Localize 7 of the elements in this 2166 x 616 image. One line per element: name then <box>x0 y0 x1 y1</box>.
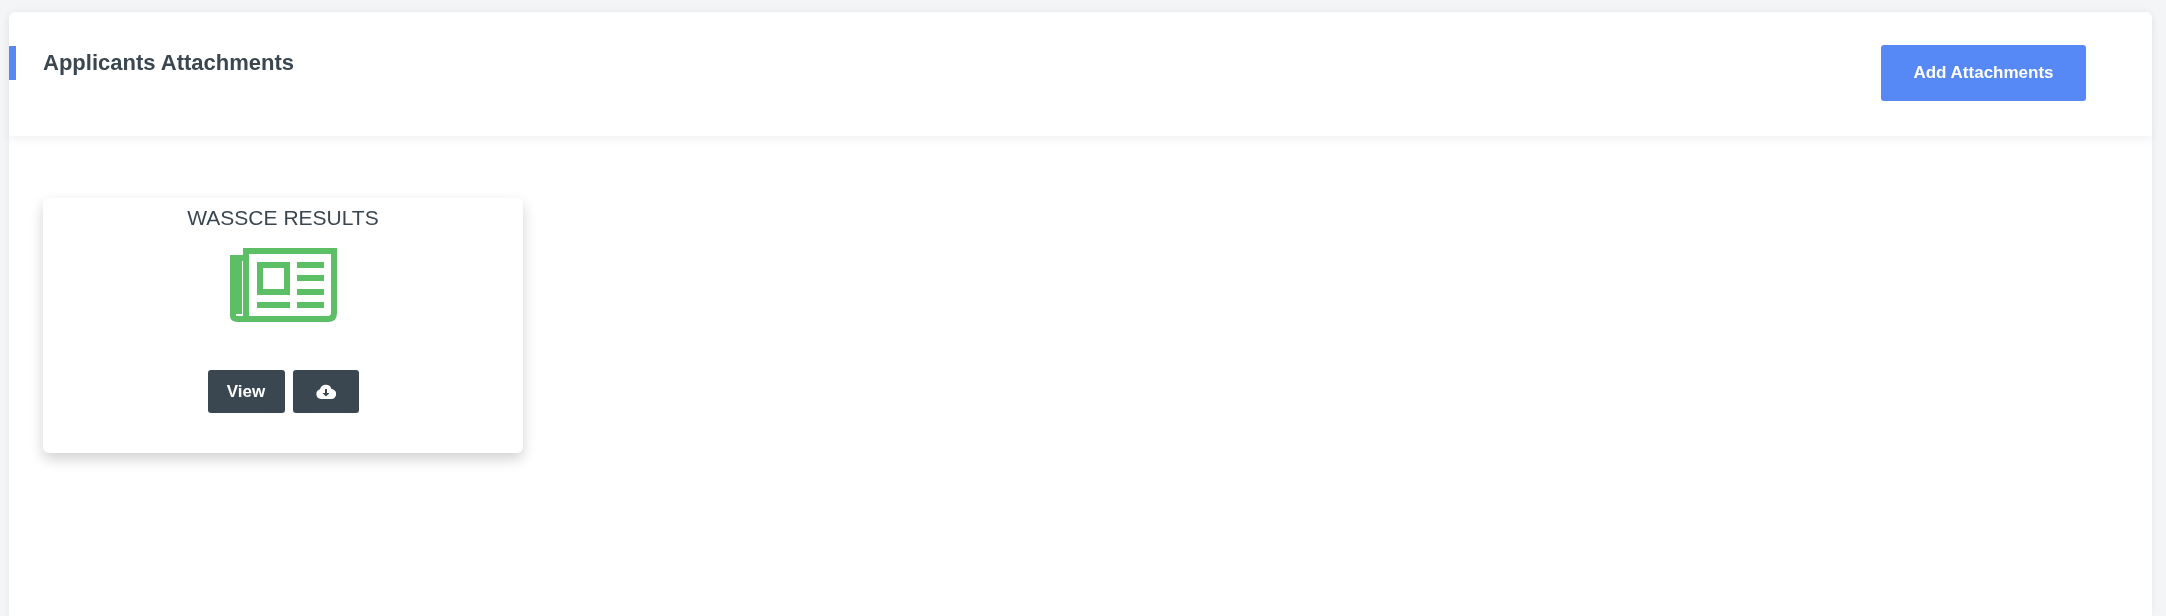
page-title: Applicants Attachments <box>43 50 294 76</box>
attachment-title: WASSCE RESULTS <box>187 206 379 230</box>
cloud-download-icon <box>315 384 336 399</box>
download-button[interactable] <box>292 370 359 413</box>
newspaper-icon <box>229 248 337 322</box>
view-button[interactable]: View <box>207 370 285 413</box>
accent-bar <box>9 46 16 80</box>
